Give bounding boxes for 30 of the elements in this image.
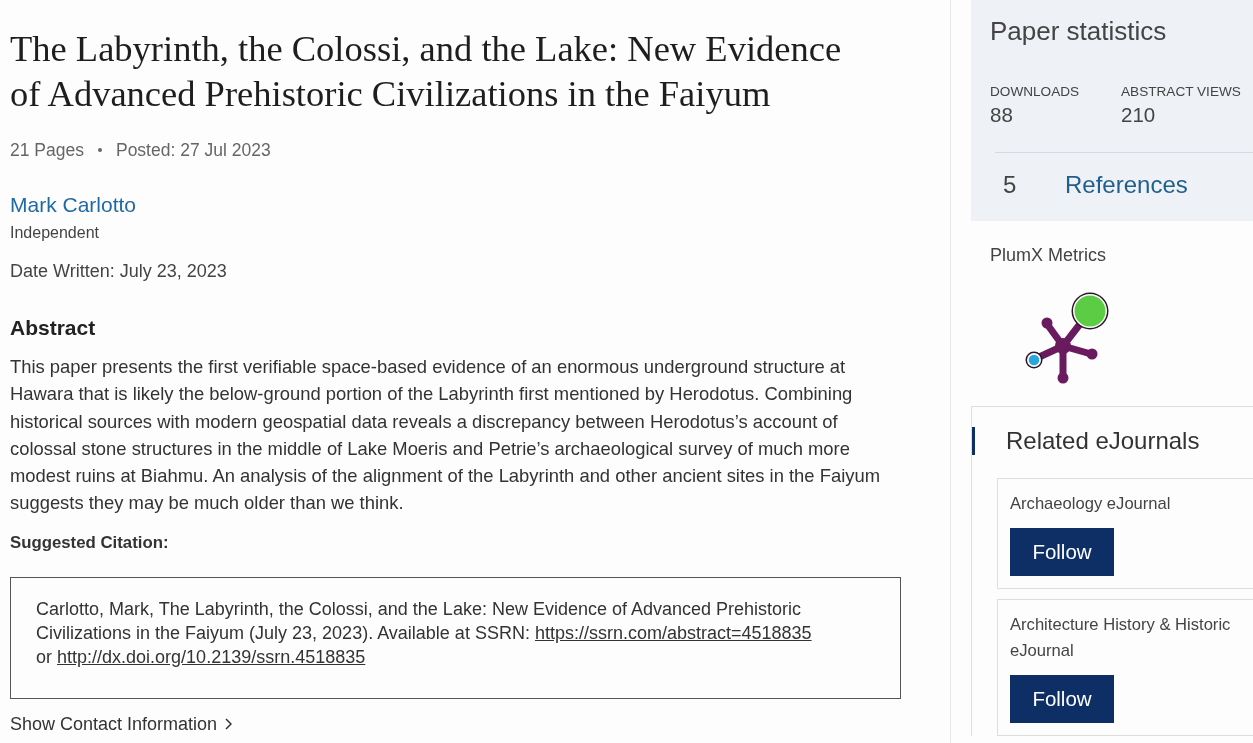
paper-meta: Posted: 27 Jul 2023 bbox=[115, 139, 271, 161]
asterisk-with-circles-icon bbox=[1025, 291, 1111, 386]
citation-link[interactable]: http://dx.doi.org/10.2139/ssrn.4518835 bbox=[57, 646, 366, 667]
date-written: Date Written: July 23, 2023 bbox=[10, 260, 227, 282]
citation-link[interactable]: https://ssrn.com/abstract=4518835 bbox=[534, 622, 812, 643]
abstract-heading: Abstract bbox=[10, 315, 96, 341]
separator-dot-icon bbox=[97, 148, 102, 152]
author-link[interactable]: Mark Carlotto bbox=[10, 193, 137, 217]
paper-title: The Labyrinth, the Colossi, and the Lake: New Evidence of Advanced Prehistoric Civilizations in the Faiyum bbox=[10, 27, 843, 116]
metrics-title: PlumX Metrics bbox=[990, 244, 1106, 266]
stat-label: DOWNLOADS bbox=[990, 84, 1080, 100]
related-journals-title: Related eJournals bbox=[1006, 426, 1200, 456]
stat-label: ABSTRACT VIEWS bbox=[1121, 84, 1241, 100]
stat-value: 88 bbox=[990, 103, 1013, 127]
follow-button[interactable]: Follow bbox=[1010, 528, 1114, 576]
paper-meta: 21 Pages bbox=[10, 139, 84, 161]
references-count: 5 bbox=[1003, 171, 1018, 199]
references-link[interactable]: References bbox=[1065, 171, 1188, 199]
show-contact-link[interactable]: Show Contact Information bbox=[10, 712, 233, 735]
stat-value: 210 bbox=[1121, 103, 1156, 127]
statistics-title: Paper statistics bbox=[990, 16, 1168, 46]
accent-bar-icon bbox=[972, 427, 975, 455]
journal-name: Architecture History & Historic eJournal bbox=[1010, 614, 1231, 662]
citation-text: Carlotto, Mark, The Labyrinth, the Colossi, and the Lake: New Evidence of Advanced Prehistoric Civilizations in the Faiyum (July 23, 2023). Available at SSRN: https://ssrn.com/abstract=4518835 or http://dx.doi.org/10.2139/ssrn.4518835 bbox=[36, 597, 813, 669]
author-affiliation: Independent bbox=[10, 223, 99, 243]
journal-name: Archaeology eJournal bbox=[1010, 493, 1171, 515]
citation-heading: Suggested Citation: bbox=[10, 531, 169, 554]
chevron-right-icon bbox=[225, 717, 233, 730]
abstract-text: This paper presents the first verifiable space-based evidence of an enormous underground structure at Hawara that is likely the below-ground portion of the Labyrinth first mentioned by Herodotus. Combining historical sources with modern geospatial data reveals a discrepancy between Herodotus’s account of colossal stone structures in the middle of Lake Moeris and Petrie’s archaeological survey of much more modest ruins at Biahmu. An analysis of the alignment of the Labyrinth and other ancient sites in the Faiyum suggests they may be much older than we think. bbox=[10, 355, 881, 516]
follow-button[interactable]: Follow bbox=[1010, 675, 1114, 723]
